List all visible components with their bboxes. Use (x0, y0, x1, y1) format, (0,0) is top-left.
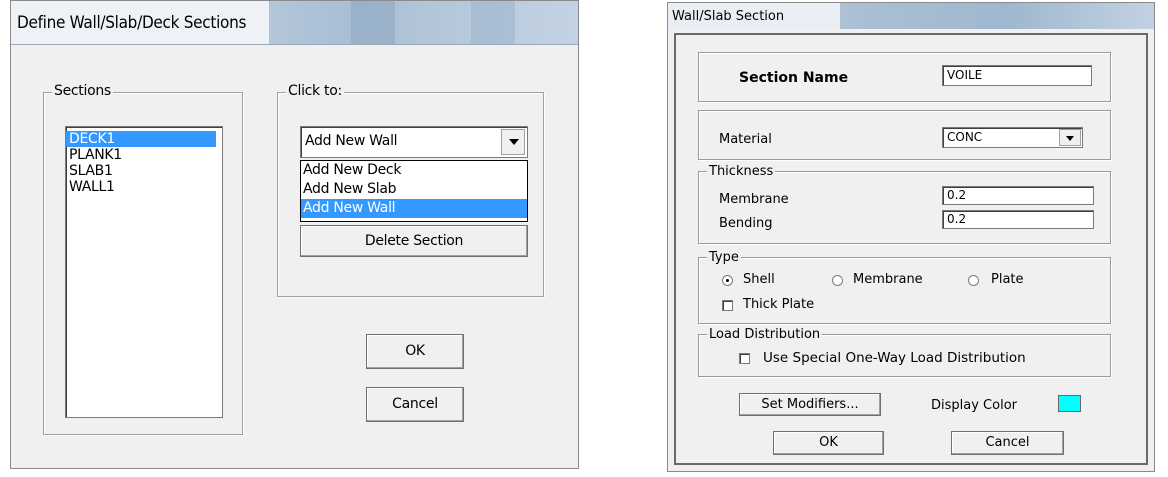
type-option-shell[interactable]: Shell (743, 272, 775, 287)
material-value: CONC (947, 130, 983, 144)
type-option-plate[interactable]: Plate (991, 272, 1024, 287)
dropdown-option[interactable]: Add New Deck (301, 161, 527, 180)
list-item[interactable]: WALL1 (66, 179, 222, 195)
type-group-label: Type (707, 250, 741, 265)
bending-label: Bending (719, 216, 773, 231)
bending-thickness-field[interactable]: 0.2 (942, 210, 1094, 229)
thick-plate-checkbox[interactable] (722, 300, 733, 311)
material-select[interactable]: CONC (942, 127, 1083, 148)
ok-button[interactable]: OK (366, 334, 464, 369)
radio-unselected-icon[interactable] (832, 275, 843, 286)
dialog-title: Define Wall/Slab/Deck Sections (17, 13, 247, 33)
combo-dropdown-list[interactable]: Add New Deck Add New Slab Add New Wall (300, 160, 528, 222)
click-to-group-label: Click to: (286, 83, 344, 99)
thick-plate-label: Thick Plate (743, 297, 815, 312)
set-modifiers-button[interactable]: Set Modifiers... (739, 393, 881, 416)
title-bar[interactable]: Wall/Slab Section (668, 3, 1154, 29)
dialog-frame: Section Name VOILE Material CONC Thickne… (674, 33, 1148, 465)
title-bar[interactable]: Define Wall/Slab/Deck Sections (11, 1, 578, 45)
delete-section-button[interactable]: Delete Section (300, 225, 528, 257)
define-sections-dialog: Define Wall/Slab/Deck Sections Sections … (10, 0, 579, 469)
material-dropdown-button[interactable] (1059, 129, 1081, 146)
ok-button[interactable]: OK (773, 431, 884, 455)
chevron-down-icon (1066, 136, 1074, 141)
click-to-group: Click to: Add New Wall Add New Deck Add … (277, 83, 544, 297)
radio-selected-icon[interactable] (722, 275, 733, 286)
load-distribution-group: Load Distribution Use Special One-Way Lo… (698, 327, 1111, 377)
thickness-group: Thickness Membrane 0.2 Bending 0.2 (698, 164, 1111, 244)
titlebar-decoration (471, 1, 515, 44)
sections-list[interactable]: DECK1 PLANK1 SLAB1 WALL1 (65, 126, 223, 418)
thickness-group-label: Thickness (707, 164, 776, 179)
titlebar-decoration (351, 1, 395, 44)
section-name-label: Section Name (739, 70, 849, 86)
combo-button[interactable] (501, 129, 525, 155)
dropdown-option[interactable]: Add New Slab (301, 180, 527, 199)
cancel-button[interactable]: Cancel (951, 431, 1064, 455)
sections-group-label: Sections (52, 83, 113, 99)
add-section-combo[interactable]: Add New Wall (300, 126, 528, 158)
chevron-down-icon (509, 139, 519, 145)
wall-slab-section-dialog: Wall/Slab Section Section Name VOILE Mat… (667, 2, 1155, 472)
list-item[interactable]: SLAB1 (66, 163, 222, 179)
list-item[interactable]: DECK1 (66, 131, 216, 147)
cancel-button[interactable]: Cancel (366, 387, 464, 422)
use-special-checkbox[interactable] (739, 353, 750, 364)
membrane-thickness-field[interactable]: 0.2 (942, 186, 1094, 205)
dropdown-option[interactable]: Add New Wall (301, 199, 527, 218)
section-name-field[interactable]: VOILE (942, 65, 1092, 86)
type-group: Type Shell Membrane Plate Thick Plate (698, 250, 1111, 324)
dialog-title: Wall/Slab Section (672, 9, 785, 24)
display-color-label: Display Color (931, 398, 1017, 413)
section-name-box: Section Name VOILE (698, 52, 1111, 102)
display-color-swatch[interactable] (1058, 395, 1081, 412)
combo-value: Add New Wall (305, 133, 398, 149)
material-box: Material CONC (698, 110, 1111, 160)
load-distribution-label: Load Distribution (707, 327, 823, 342)
material-label: Material (719, 132, 772, 147)
type-option-membrane[interactable]: Membrane (853, 272, 923, 287)
list-item[interactable]: PLANK1 (66, 147, 222, 163)
membrane-label: Membrane (719, 192, 789, 207)
use-special-label: Use Special One-Way Load Distribution (763, 350, 1026, 366)
sections-group: Sections DECK1 PLANK1 SLAB1 WALL1 (43, 83, 243, 435)
radio-unselected-icon[interactable] (968, 275, 979, 286)
